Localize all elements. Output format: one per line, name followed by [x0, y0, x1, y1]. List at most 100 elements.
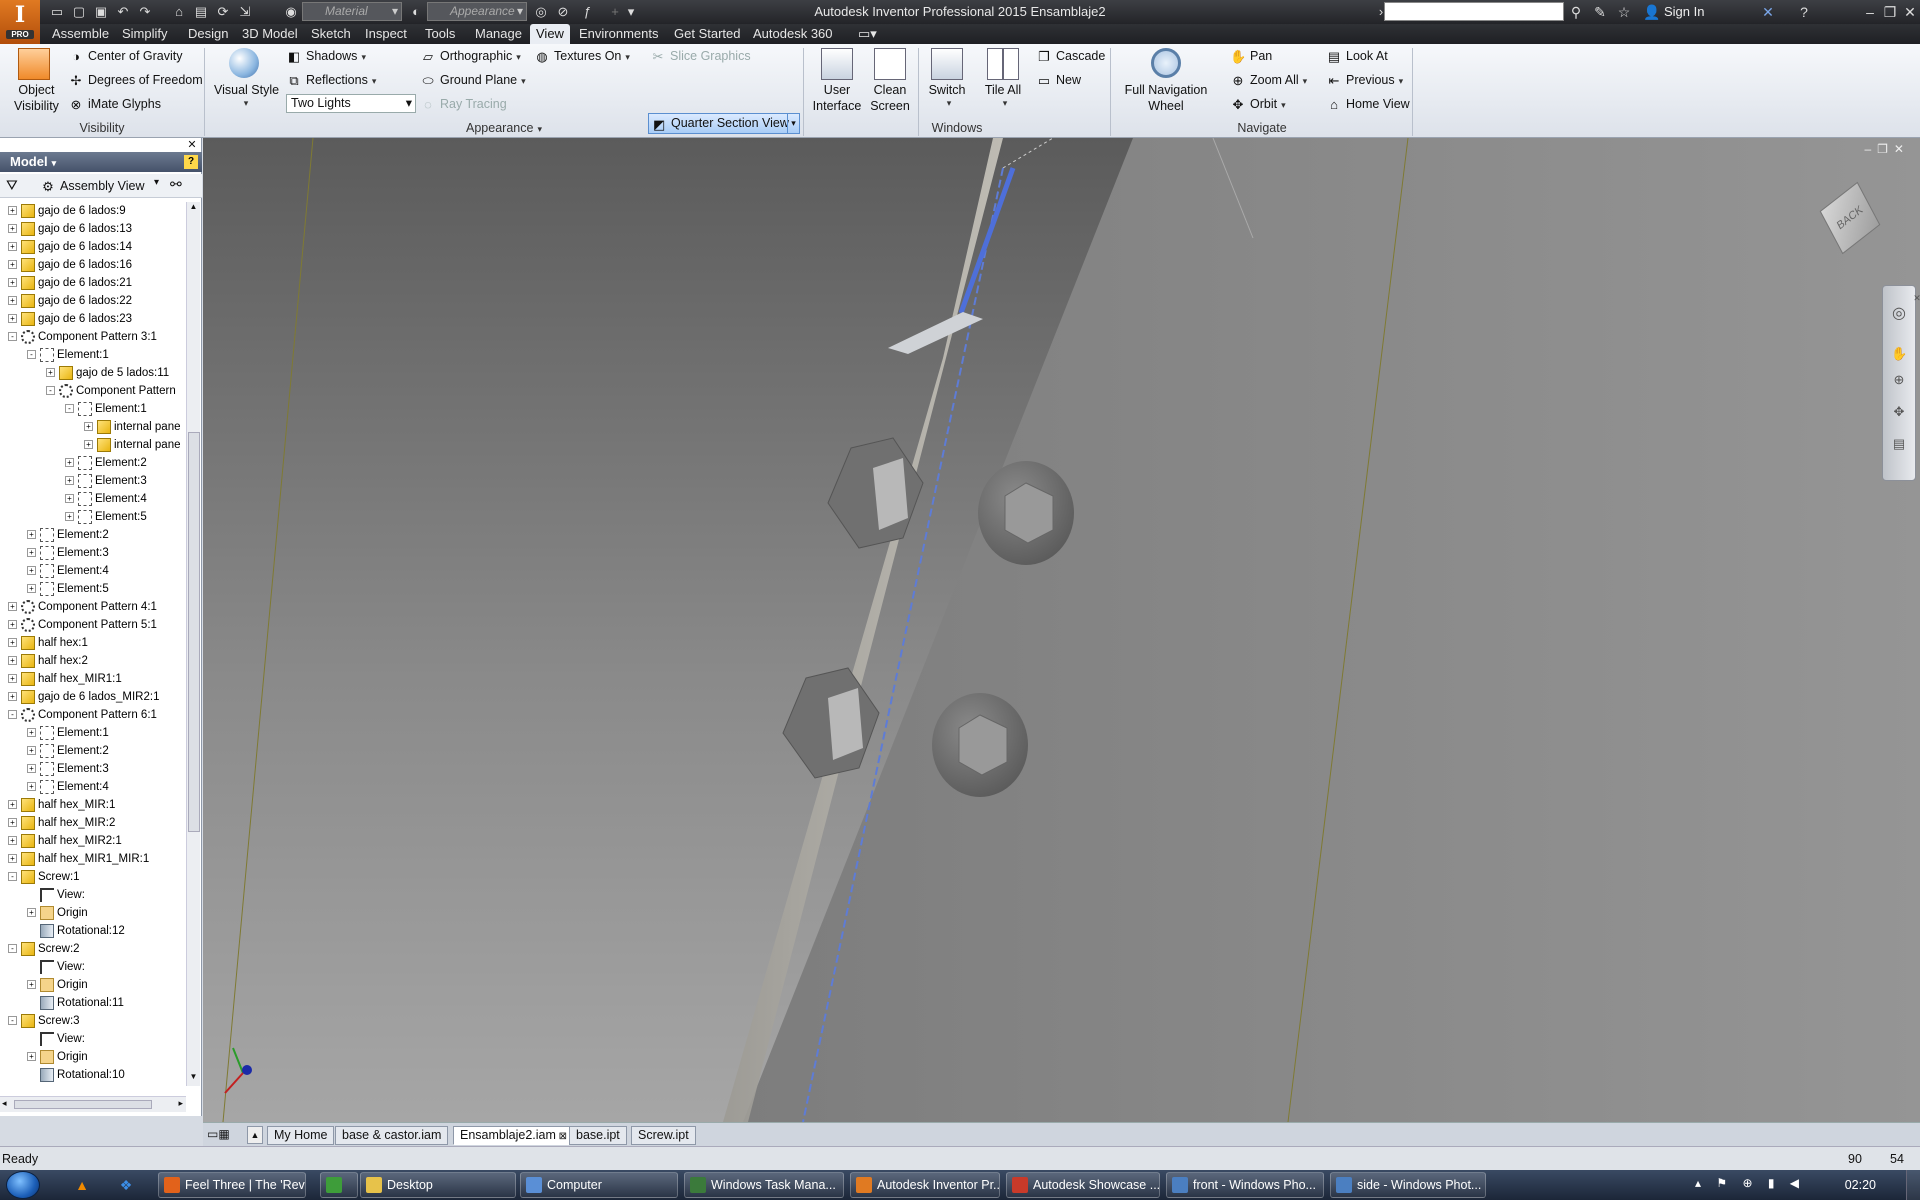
- viewcube[interactable]: BACK: [1819, 181, 1881, 255]
- expand-icon[interactable]: +: [8, 674, 17, 684]
- save-icon[interactable]: ▣: [92, 3, 110, 21]
- tree-node[interactable]: + Origin: [27, 904, 88, 922]
- minimize-icon[interactable]: –: [1860, 2, 1880, 22]
- appearance-select[interactable]: Appearance: [427, 2, 527, 21]
- expand-icon[interactable]: +: [65, 458, 74, 468]
- tree-node[interactable]: + Element:4: [27, 778, 109, 796]
- tab-view[interactable]: View: [530, 24, 570, 44]
- graphics-viewport[interactable]: –❐✕: [203, 138, 1920, 1122]
- tree-node[interactable]: + gajo de 6 lados:22: [8, 292, 132, 310]
- tree-node[interactable]: + Element:4: [27, 562, 109, 580]
- tree-node[interactable]: + gajo de 6 lados:13: [8, 220, 132, 238]
- application-menu-button[interactable]: I PRO: [0, 0, 40, 44]
- model-browser-header[interactable]: Model ▾ ?: [0, 152, 202, 172]
- new-window-button[interactable]: ▭ New: [1036, 72, 1081, 89]
- material-select[interactable]: Material: [302, 2, 402, 21]
- tree-node[interactable]: + Element:3: [27, 760, 109, 778]
- tab-inspect[interactable]: Inspect: [359, 24, 413, 44]
- expand-icon[interactable]: +: [27, 728, 36, 738]
- expand-icon[interactable]: +: [8, 818, 17, 828]
- expand-icon[interactable]: +: [8, 836, 17, 846]
- expand-icon[interactable]: +: [65, 476, 74, 486]
- tree-node[interactable]: - Screw:2: [8, 940, 80, 958]
- tree-node[interactable]: + Element:4: [65, 490, 147, 508]
- expand-icon[interactable]: +: [84, 440, 93, 450]
- project-icon[interactable]: ▤: [192, 3, 210, 21]
- tree-node[interactable]: - Element:1: [65, 400, 147, 418]
- textures-on-button[interactable]: ◍ Textures On ▾: [534, 48, 630, 65]
- tile-all-button[interactable]: Tile All ▾: [978, 48, 1028, 109]
- tree-node[interactable]: - Element:1: [27, 346, 109, 364]
- search-icon[interactable]: ⚲: [1566, 2, 1586, 22]
- tab-manage[interactable]: Manage: [469, 24, 528, 44]
- scroll-right-icon[interactable]: ▸: [178, 1098, 183, 1109]
- tree-node[interactable]: + Element:2: [27, 526, 109, 544]
- collapse-icon[interactable]: -: [8, 332, 17, 342]
- tree-node[interactable]: + gajo de 5 lados:11: [46, 364, 169, 382]
- scroll-up-icon[interactable]: ▲: [187, 202, 200, 216]
- tab-autodesk-360[interactable]: Autodesk 360: [747, 24, 839, 44]
- full-navigation-wheel-button[interactable]: Full Navigation Wheel: [1118, 48, 1214, 114]
- viewport-window-controls[interactable]: –❐✕: [1865, 142, 1911, 156]
- help-search-input[interactable]: [1384, 2, 1564, 21]
- chevron-down-icon[interactable]: ▾: [787, 114, 799, 133]
- tree-node[interactable]: +Screw:4: [8, 1084, 80, 1086]
- expand-icon[interactable]: +: [27, 584, 36, 594]
- taskbar-button[interactable]: [320, 1172, 358, 1198]
- collapse-icon[interactable]: -: [65, 404, 74, 414]
- tree-node[interactable]: + Origin: [27, 1048, 88, 1066]
- expand-icon[interactable]: +: [8, 278, 17, 288]
- close-icon[interactable]: ✕: [1900, 2, 1920, 22]
- expand-icon[interactable]: +: [27, 566, 36, 576]
- chevron-down-icon[interactable]: ▾: [154, 177, 159, 188]
- collapse-icon[interactable]: -: [8, 944, 17, 954]
- tree-node[interactable]: - Component Pattern 3:1: [8, 328, 157, 346]
- pan-button[interactable]: ✋ Pan: [1230, 48, 1272, 65]
- collapse-icon[interactable]: -: [8, 1016, 17, 1026]
- document-tab[interactable]: base.ipt: [569, 1126, 627, 1145]
- expand-icon[interactable]: +: [8, 800, 17, 810]
- tab-design[interactable]: Design: [182, 24, 234, 44]
- tree-node[interactable]: + Element:2: [65, 454, 147, 472]
- vlc-icon[interactable]: ▲: [70, 1174, 94, 1196]
- expand-icon[interactable]: +: [46, 368, 55, 378]
- reflections-button[interactable]: ⧉ Reflections ▾: [286, 72, 376, 89]
- expand-icon[interactable]: +: [27, 746, 36, 756]
- expand-icon[interactable]: +: [65, 494, 74, 504]
- scroll-down-icon[interactable]: ▼: [187, 1072, 200, 1086]
- tree-node[interactable]: - Component Pattern 6:1: [8, 706, 157, 724]
- hand-icon[interactable]: ✋: [1891, 346, 1907, 362]
- undo-icon[interactable]: ↶: [114, 3, 132, 21]
- tree-node[interactable]: + internal pane: [84, 436, 181, 454]
- help-icon[interactable]: ?: [1794, 2, 1814, 22]
- expand-icon[interactable]: +: [8, 656, 17, 666]
- tree-node[interactable]: View:: [27, 1030, 85, 1048]
- zoom-all-button[interactable]: ⊕ Zoom All ▾: [1230, 72, 1308, 89]
- tree-node[interactable]: + gajo de 6 lados:16: [8, 256, 132, 274]
- cascade-button[interactable]: ❐ Cascade: [1036, 48, 1105, 65]
- tree-node[interactable]: + Element:3: [27, 544, 109, 562]
- tree-node[interactable]: + half hex_MIR:1: [8, 796, 115, 814]
- look-at-icon[interactable]: ▤: [1891, 436, 1907, 452]
- tree-node[interactable]: View:: [27, 886, 85, 904]
- help-icon[interactable]: ?: [184, 155, 198, 169]
- document-tab[interactable]: Screw.ipt: [631, 1126, 696, 1145]
- tree-node[interactable]: + Element:5: [27, 580, 109, 598]
- expand-icon[interactable]: +: [27, 548, 36, 558]
- home-view-button[interactable]: ⌂ Home View: [1326, 96, 1410, 113]
- expand-icon[interactable]: +: [8, 620, 17, 630]
- collapse-icon[interactable]: -: [8, 872, 17, 882]
- start-button[interactable]: [6, 1171, 40, 1199]
- degrees-of-freedom-button[interactable]: ✢ Degrees of Freedom: [68, 72, 203, 89]
- orbit-button[interactable]: ✥ Orbit ▾: [1230, 96, 1286, 113]
- find-icon[interactable]: ⚯: [170, 176, 182, 193]
- previous-view-button[interactable]: ⇤ Previous ▾: [1326, 72, 1404, 89]
- clear-icon[interactable]: ⊘: [554, 3, 572, 21]
- expand-icon[interactable]: +: [8, 242, 17, 252]
- sign-in-link[interactable]: Sign In: [1664, 0, 1704, 24]
- look-at-button[interactable]: ▤ Look At: [1326, 48, 1388, 65]
- tab-simplify[interactable]: Simplify: [116, 24, 174, 44]
- tree-node[interactable]: - Component Pattern: [46, 382, 176, 400]
- taskbar-button[interactable]: Windows Task Mana...: [684, 1172, 844, 1198]
- tree-node[interactable]: + gajo de 6 lados_MIR2:1: [8, 688, 159, 706]
